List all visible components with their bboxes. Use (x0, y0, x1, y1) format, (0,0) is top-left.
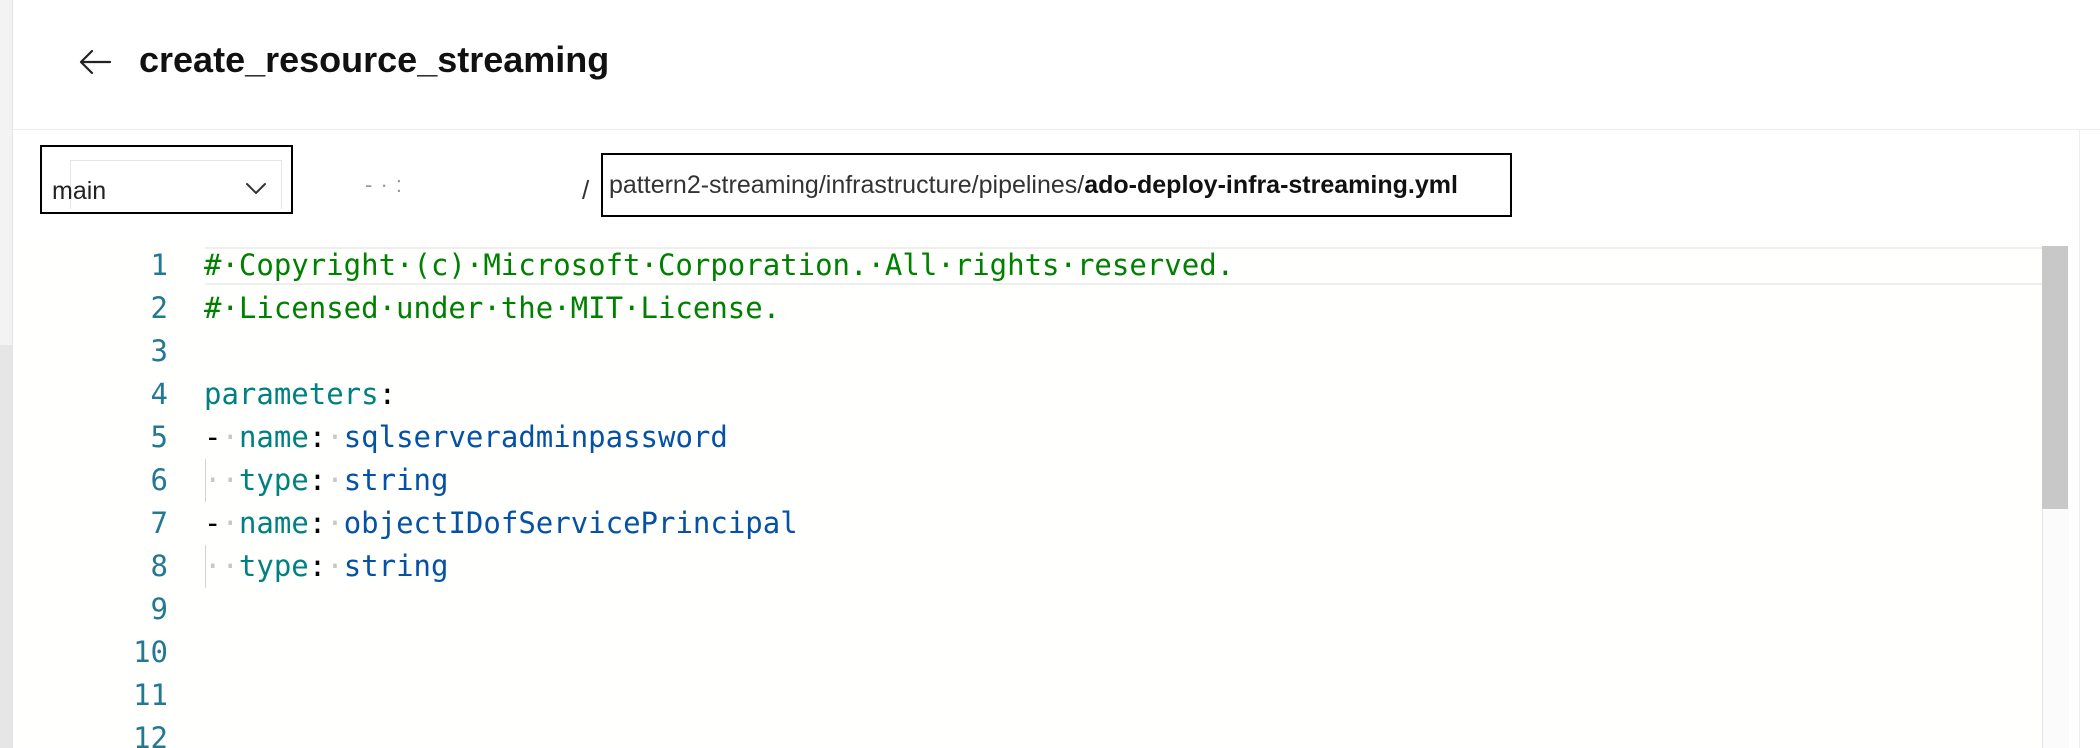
file-path-breadcrumb[interactable]: pattern2-streaming/infrastructure/pipeli… (601, 153, 1512, 217)
whitespace-marker: · (326, 506, 344, 540)
branch-name: main (52, 177, 107, 205)
yaml-value: string (343, 549, 449, 583)
line-number: 10 (133, 635, 168, 669)
file-name: ado-deploy-infra-streaming.yml (1084, 170, 1458, 199)
yaml-key: type (238, 549, 309, 583)
code-line: 6 ··type:·string (13, 459, 2043, 502)
code-line: 9 (13, 588, 2043, 631)
line-number: 12 (133, 721, 168, 748)
line-content: #·Licensed·under·the·MIT·License. (204, 287, 780, 330)
line-number: 4 (150, 377, 168, 411)
chevron-down-icon[interactable] (243, 176, 269, 202)
line-content: ··type:·string (204, 459, 448, 502)
whitespace-marker: ·· (204, 549, 239, 583)
code-line: 8 ··type:·string (13, 545, 2043, 588)
line-number: 11 (133, 678, 168, 712)
comment-text: #·Copyright·(c)·Microsoft·Corporation.·A… (204, 248, 1235, 282)
code-line: 3 (13, 330, 2043, 373)
code-line: 5 -·name:·sqlserveradminpassword (13, 416, 2043, 459)
line-content: #·Copyright·(c)·Microsoft·Corporation.·A… (204, 244, 1234, 287)
line-number: 1 (150, 248, 168, 282)
page-title: create_resource_streaming (139, 39, 610, 80)
yaml-punct: : (378, 377, 397, 411)
comment-text: #·Licensed·under·the·MIT·License. (204, 291, 781, 325)
path-prefix[interactable]: pattern2-streaming/infrastructure/pipeli… (609, 171, 1084, 200)
line-number: 7 (150, 506, 168, 540)
yaml-key: name (238, 420, 309, 454)
whitespace-marker: · (221, 506, 239, 540)
yaml-value: sqlserveradminpassword (343, 420, 728, 454)
line-number: 2 (150, 291, 168, 325)
line-number: 9 (150, 592, 168, 626)
line-number: 8 (150, 549, 168, 583)
code-line: 11 (13, 674, 2043, 717)
code-line: 1 #·Copyright·(c)·Microsoft·Corporation.… (13, 244, 2043, 287)
code-line: 2 #·Licensed·under·the·MIT·License. (13, 287, 2043, 330)
line-number: 5 (150, 420, 168, 454)
yaml-punct: : (308, 506, 327, 540)
app-window: create_resource_streaming main - · : / p… (0, 0, 2100, 748)
yaml-dash: - (204, 506, 222, 540)
back-button[interactable] (62, 38, 128, 86)
yaml-key: name (238, 506, 309, 540)
arrow-left-icon (79, 49, 112, 75)
code-line: 7 -·name:·objectIDofServicePrincipal (13, 502, 2043, 545)
whitespace-marker: · (326, 463, 344, 497)
left-navigation-strip (0, 0, 13, 748)
code-line: 12 (13, 717, 2043, 748)
line-number: 3 (150, 334, 168, 368)
code-line: 4 parameters: (13, 373, 2043, 416)
yaml-value: objectIDofServicePrincipal (343, 506, 798, 540)
scrollbar-thumb[interactable] (2042, 246, 2068, 509)
line-content: ··type:·string (204, 545, 448, 588)
line-content: -·name:·objectIDofServicePrincipal (204, 502, 798, 545)
yaml-value: string (343, 463, 449, 497)
right-edge-panel (2079, 130, 2100, 748)
yaml-key: parameters (204, 377, 379, 411)
yaml-punct: : (308, 549, 327, 583)
whitespace-marker: · (326, 420, 344, 454)
repository-name[interactable]: - · : (365, 172, 403, 198)
yaml-dash: - (204, 420, 222, 454)
whitespace-marker: · (221, 420, 239, 454)
yaml-punct: : (308, 463, 327, 497)
whitespace-marker: · (326, 549, 344, 583)
yaml-punct: : (308, 420, 327, 454)
code-line: 10 (13, 631, 2043, 674)
line-content: -·name:·sqlserveradminpassword (204, 416, 728, 459)
breadcrumb-separator: / (582, 175, 590, 205)
left-strip-lower (0, 345, 12, 748)
line-content: parameters: (204, 373, 396, 416)
line-number: 6 (150, 463, 168, 497)
yaml-key: type (238, 463, 309, 497)
whitespace-marker: ·· (204, 463, 239, 497)
code-editor[interactable]: 1 #·Copyright·(c)·Microsoft·Corporation.… (13, 244, 2068, 748)
